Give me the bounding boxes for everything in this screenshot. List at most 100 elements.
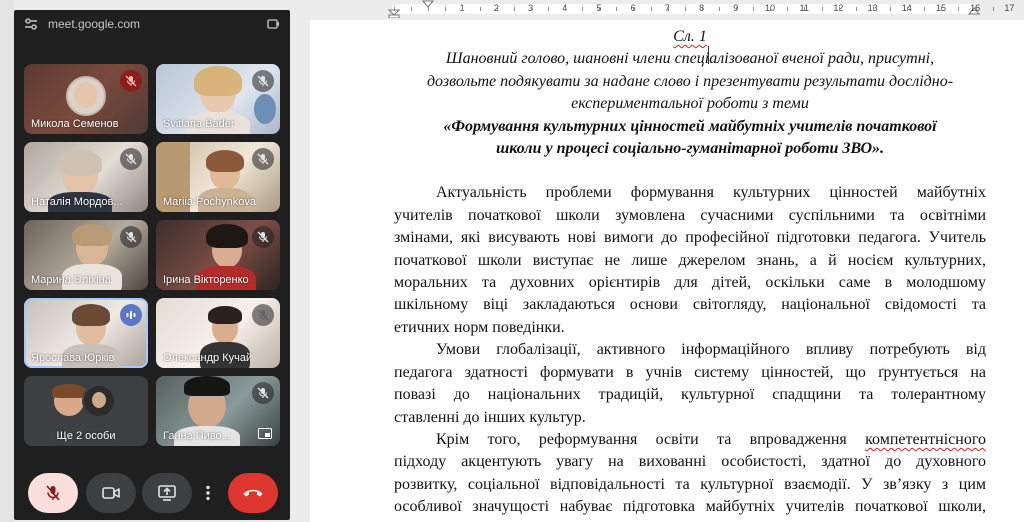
ruler-tick xyxy=(513,7,515,11)
camera-icon xyxy=(102,487,120,499)
ruler-tick xyxy=(462,7,464,11)
text-line: Крім того, реформування освіти та впрова… xyxy=(436,430,986,448)
ruler-tick xyxy=(496,7,498,11)
participant-name: Svitlana Bader xyxy=(163,118,235,130)
participant-tile[interactable]: Микола Семенов xyxy=(24,64,148,134)
meet-window: meet.google.com Микола Семенов Svitlana … xyxy=(14,10,290,520)
end-call-icon xyxy=(243,489,263,497)
ruler-tick xyxy=(889,7,891,11)
toggle-microphone-button[interactable] xyxy=(28,473,78,513)
ruler-tick xyxy=(872,7,874,11)
mic-off-icon xyxy=(120,226,142,248)
text-line: розвитку, соціальної відповідальності та… xyxy=(394,475,986,493)
participant-tile[interactable]: Марина Єліхіна xyxy=(24,220,148,290)
participant-name: Наталія Мордов... xyxy=(31,196,123,208)
ruler-tick xyxy=(650,7,652,11)
ruler-tick xyxy=(394,7,395,11)
text-line: ставленні до інших культур. xyxy=(394,408,586,426)
participant-name: Микола Семенов xyxy=(31,118,119,130)
ruler-tick xyxy=(582,7,584,11)
text-line: повазі до національних традицій, культур… xyxy=(394,386,986,404)
paragraph-reform: Крім того, реформування освіти та впрова… xyxy=(394,429,986,519)
site-settings-icon[interactable] xyxy=(22,15,40,33)
ruler-tick xyxy=(821,7,823,11)
ruler-tick xyxy=(975,7,977,11)
participant-tile[interactable]: Олександр Кучай xyxy=(156,298,280,368)
greeting-line: Шановний голово, шановні члени спеціаліз… xyxy=(445,50,935,68)
present-icon xyxy=(158,485,176,501)
text-line: підходу акцентують увагу на вихованні ос… xyxy=(394,453,986,471)
horizontal-ruler[interactable]: 1234567891011121314151617 xyxy=(290,0,1024,18)
ruler-tick xyxy=(667,7,669,11)
ruler-tick xyxy=(958,7,960,11)
call-controls xyxy=(14,470,290,520)
present-screen-button[interactable] xyxy=(142,473,192,513)
ruler-tick xyxy=(633,7,635,11)
others-count: Ще 2 особи xyxy=(56,430,116,442)
ruler-tick xyxy=(924,7,926,11)
picture-in-picture-icon[interactable] xyxy=(256,426,274,440)
ruler-tick xyxy=(428,7,430,11)
ruler-tick xyxy=(684,7,686,11)
document-body[interactable]: Сл. 1 Шановний голово, шановні члени спе… xyxy=(394,26,986,519)
ruler-tick xyxy=(941,7,943,11)
participant-tile[interactable]: Ганна Пиво... xyxy=(156,376,280,446)
text-line: особливої значущості набуває підготовка … xyxy=(394,498,986,516)
participant-name: Олександр Кучай xyxy=(163,352,253,364)
ruler-tick xyxy=(565,7,566,11)
cast-icon[interactable] xyxy=(264,15,282,33)
mic-off-icon xyxy=(252,226,274,248)
paragraph-globalization: Умови глобалізації, активного інформацій… xyxy=(394,339,986,429)
topic-title-line: школи у процесі соціально-гуманітарної р… xyxy=(495,140,885,158)
ruler-tick xyxy=(599,7,601,11)
ruler-tick xyxy=(855,7,857,11)
participant-tile-active-speaker[interactable]: Ярослава Юрків xyxy=(24,298,148,368)
window-left-edge xyxy=(0,0,14,522)
text-line: змінами, які висувають нові вимоги до пр… xyxy=(394,229,986,247)
participant-name: Ірина Вікторенко xyxy=(163,274,249,286)
more-vert-icon xyxy=(206,485,210,501)
leave-call-button[interactable] xyxy=(228,473,278,513)
participant-name: Mariia Pochynkova xyxy=(163,196,256,208)
participant-tile[interactable]: Наталія Мордов... xyxy=(24,142,148,212)
document-area: 1234567891011121314151617 Сл. 1 Шановний… xyxy=(290,0,1024,522)
ruler-tick xyxy=(736,7,737,11)
text-line: шкільному віці закладаються основи світо… xyxy=(394,296,986,314)
ruler-tick xyxy=(547,7,549,11)
mic-off-icon xyxy=(252,70,274,92)
participant-tile[interactable]: Ірина Вікторенко xyxy=(156,220,280,290)
toggle-camera-button[interactable] xyxy=(86,473,136,513)
mic-off-icon xyxy=(252,304,274,326)
ruler-tick xyxy=(907,7,908,11)
others-tile[interactable]: Ще 2 особи xyxy=(24,376,148,446)
ruler-tick xyxy=(701,7,703,11)
text-line: етичних норм поведінки. xyxy=(394,318,565,336)
mic-off-icon xyxy=(120,148,142,170)
participant-name: Ганна Пиво... xyxy=(163,430,231,442)
participant-tile[interactable]: Svitlana Bader xyxy=(156,64,280,134)
document-page[interactable]: Сл. 1 Шановний голово, шановні члени спе… xyxy=(310,20,1024,522)
ruler-tick xyxy=(992,7,994,11)
more-options-button[interactable] xyxy=(198,473,218,513)
meet-url[interactable]: meet.google.com xyxy=(48,17,264,31)
text-line: педагога здатності формувати в учнів сис… xyxy=(394,363,986,381)
ruler-tick xyxy=(770,7,772,11)
ruler-tick xyxy=(787,7,789,11)
greeting-line: експериментальної роботи з теми xyxy=(571,95,809,113)
greeting-line: дозвольте подякувати за надане слово і п… xyxy=(426,72,954,90)
text-line: початкової школи виступає не лише джерел… xyxy=(394,251,986,269)
ruler-tick xyxy=(530,7,532,11)
ruler-tick xyxy=(838,7,840,11)
speaking-indicator-icon xyxy=(120,304,142,326)
mic-off-icon xyxy=(252,382,274,404)
text-line: Умови глобалізації, активного інформацій… xyxy=(436,341,986,359)
ruler-tick xyxy=(804,7,806,11)
participant-tile[interactable]: Mariia Pochynkova xyxy=(156,142,280,212)
paragraph-relevance: Актуальність проблеми формування культур… xyxy=(394,182,986,339)
text-line: учителів початкової школи зумовлена суча… xyxy=(394,206,986,224)
ruler-tick xyxy=(411,7,413,11)
ruler-tick xyxy=(479,7,481,11)
mic-off-icon xyxy=(46,485,60,501)
ruler-number: 17 xyxy=(1004,3,1015,13)
meet-address-bar: meet.google.com xyxy=(14,10,290,38)
